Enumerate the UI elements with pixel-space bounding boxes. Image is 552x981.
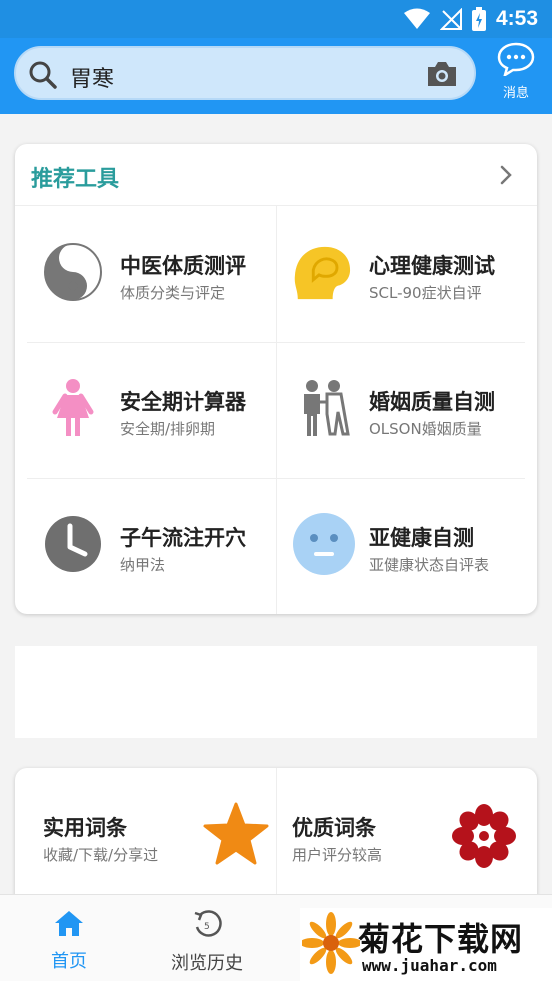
tool-title: 亚健康自测 xyxy=(369,526,474,550)
entry-title: 优质词条 xyxy=(292,816,376,840)
wifi-icon xyxy=(403,8,430,29)
tab-history[interactable]: 5 浏览历史 xyxy=(152,909,262,975)
no-signal-icon xyxy=(439,8,462,30)
entry-subtitle: 收藏/下载/分享过 xyxy=(43,846,159,864)
tool-tcm-constitution[interactable]: 中医体质测评 体质分类与评定 xyxy=(15,206,276,342)
tool-subtitle: 安全期/排卵期 xyxy=(120,420,216,438)
recommended-tools-card: 推荐工具 中医体质测评 体质分类与评定 心理健康测试 SCL-90症状自评 安全… xyxy=(15,144,537,614)
flower-icon xyxy=(452,804,516,868)
tab-label: 首页 xyxy=(51,951,87,972)
top-header: 胃寒 消息 xyxy=(0,38,552,114)
banner-placeholder xyxy=(15,646,537,738)
search-icon xyxy=(29,61,57,89)
tool-sub-health[interactable]: 亚健康自测 亚健康状态自评表 xyxy=(276,478,537,614)
star-icon xyxy=(203,802,269,865)
tools-title: 推荐工具 xyxy=(31,167,120,192)
head-profile-icon xyxy=(294,246,351,300)
search-bar[interactable]: 胃寒 xyxy=(14,46,476,100)
watermark-url: www.juahar.com xyxy=(362,956,497,975)
watermark-text: 菊花下载网 xyxy=(358,920,524,958)
chrysanthemum-logo-icon xyxy=(302,912,360,974)
tool-mental-health[interactable]: 心理健康测试 SCL-90症状自评 xyxy=(276,206,537,342)
tool-marriage-quality[interactable]: 婚姻质量自测 OLSON婚姻质量 xyxy=(276,342,537,478)
tool-subtitle: 亚健康状态自评表 xyxy=(369,556,490,574)
tool-subtitle: 纳甲法 xyxy=(120,556,166,574)
tool-ziwu-acupoint[interactable]: 子午流注开穴 纳甲法 xyxy=(15,478,276,614)
tool-title: 安全期计算器 xyxy=(120,390,246,414)
chevron-right-icon[interactable] xyxy=(499,164,513,186)
tool-subtitle: OLSON婚姻质量 xyxy=(369,420,482,438)
tool-subtitle: SCL-90症状自评 xyxy=(369,284,482,302)
tool-title: 子午流注开穴 xyxy=(120,526,246,550)
camera-icon[interactable] xyxy=(426,60,458,88)
entry-quality[interactable]: 优质词条 用户评分较高 xyxy=(276,768,537,908)
tab-home[interactable]: 首页 xyxy=(14,909,124,973)
battery-charging-icon xyxy=(471,7,486,31)
tool-title: 心理健康测试 xyxy=(369,254,495,278)
couple-icon xyxy=(304,380,350,436)
entry-subtitle: 用户评分较高 xyxy=(292,846,383,864)
svg-text:5: 5 xyxy=(204,922,210,932)
tools-header[interactable]: 推荐工具 xyxy=(15,144,537,206)
entry-title: 实用词条 xyxy=(43,816,127,840)
clock-time: 4:53 xyxy=(495,7,538,30)
tab-label: 浏览历史 xyxy=(171,953,243,974)
tool-title: 婚姻质量自测 xyxy=(369,390,495,414)
tool-subtitle: 体质分类与评定 xyxy=(120,284,226,302)
history-icon: 5 xyxy=(194,910,222,937)
neutral-face-icon xyxy=(293,513,355,575)
woman-icon xyxy=(52,379,94,436)
yin-yang-icon xyxy=(44,243,102,301)
chat-bubble-icon xyxy=(497,42,535,78)
messages-label: 消息 xyxy=(502,86,529,101)
status-bar: 4:53 xyxy=(0,0,552,38)
home-icon xyxy=(55,911,83,936)
entry-practical[interactable]: 实用词条 收藏/下载/分享过 xyxy=(15,768,276,908)
entries-card: 实用词条 收藏/下载/分享过 优质词条 用户评分较高 xyxy=(15,768,537,908)
tool-title: 中医体质测评 xyxy=(120,254,246,278)
clock-icon xyxy=(45,516,101,572)
tool-safe-period[interactable]: 安全期计算器 安全期/排卵期 xyxy=(15,342,276,478)
site-watermark: 菊花下载网 www.juahar.com xyxy=(300,908,552,981)
search-input[interactable]: 胃寒 xyxy=(70,61,114,93)
messages-button[interactable]: 消息 xyxy=(494,42,538,101)
